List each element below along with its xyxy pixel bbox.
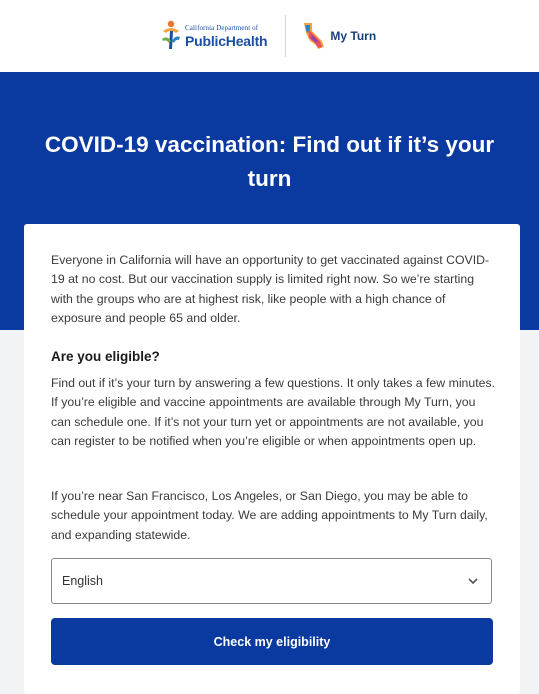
eligible-heading: Are you eligible? xyxy=(51,349,160,364)
cdph-line1: California Department of xyxy=(185,23,259,32)
myturn-label: My Turn xyxy=(330,29,377,43)
logo-divider xyxy=(285,15,287,57)
near-paragraph: If you’re near San Francisco, Los Angele… xyxy=(51,489,488,542)
california-state-icon xyxy=(304,23,325,49)
cdph-figure-icon xyxy=(160,19,182,53)
cdph-line2: PublicHealth xyxy=(185,32,268,49)
check-eligibility-button[interactable]: Check my eligibility xyxy=(51,618,493,665)
chevron-down-icon xyxy=(468,578,478,585)
eligible-paragraph: Find out if it’s your turn by answering … xyxy=(51,376,496,449)
cdph-logo[interactable]: California Department of PublicHealth xyxy=(160,19,268,53)
myturn-logo[interactable]: My Turn xyxy=(302,21,376,51)
page-title: COVID-19 vaccination: Find out if it’s y… xyxy=(44,132,495,191)
header-logos: California Department of PublicHealth My… xyxy=(160,12,376,60)
language-select-value: English xyxy=(62,574,103,588)
intro-paragraph: Everyone in California will have an oppo… xyxy=(51,253,490,326)
site-header: California Department of PublicHealth My… xyxy=(0,0,539,72)
language-select[interactable]: English xyxy=(51,558,492,604)
